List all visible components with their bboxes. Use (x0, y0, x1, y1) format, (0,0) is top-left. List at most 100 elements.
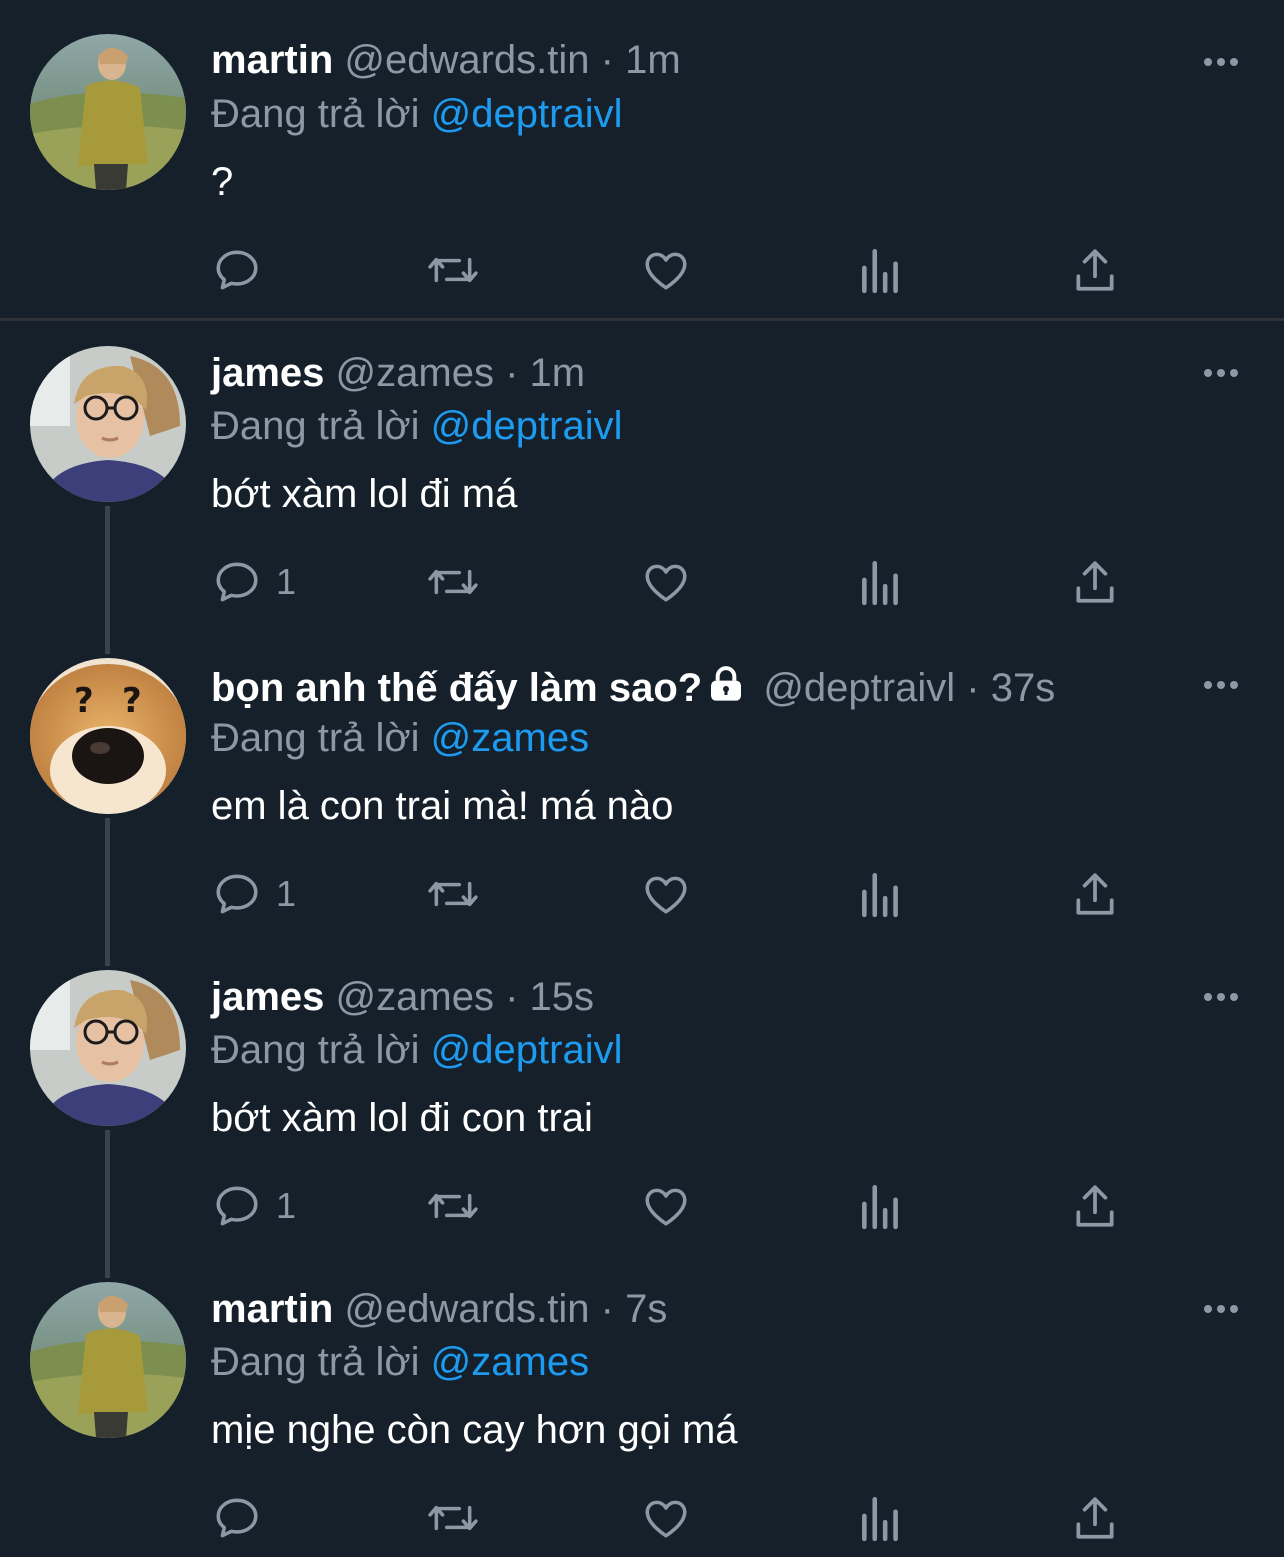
share-button[interactable] (1072, 864, 1118, 924)
reply-mention[interactable]: @zames (431, 1340, 589, 1384)
like-icon (645, 1500, 687, 1538)
like-icon (645, 876, 687, 914)
more-icon[interactable] (1196, 353, 1246, 393)
avatar-martin-photo (30, 1282, 186, 1438)
replying-prefix: Đang trả lời (211, 1028, 420, 1072)
tweet[interactable]: james @zames · 15s Đang trả lời @deptrai… (0, 945, 1284, 1257)
share-button[interactable] (1072, 552, 1118, 612)
username[interactable]: @deptraivl (763, 666, 955, 710)
replying-to: Đang trả lời @zames (211, 712, 589, 764)
reply-thread: martin @edwards.tin · 1m Đang trả lời @d… (0, 0, 1284, 1557)
separator-dot: · (600, 1287, 614, 1331)
tweet-header: james @zames · 1m (211, 347, 585, 399)
svg-text:?: ? (74, 681, 94, 721)
views-button[interactable] (858, 864, 904, 924)
display-name[interactable]: james (211, 975, 324, 1019)
avatar[interactable] (30, 346, 186, 502)
tweet-header: james @zames · 15s (211, 971, 594, 1023)
tweet-text: em là con trai mà! má nào (211, 784, 674, 828)
avatar[interactable] (30, 1282, 186, 1438)
tweet[interactable]: martin @edwards.tin · 1m Đang trả lời @d… (0, 0, 1284, 318)
tweet-text: mịe nghe còn cay hơn gọi má (211, 1408, 738, 1452)
like-button[interactable] (640, 1488, 692, 1548)
timestamp[interactable]: 1m (625, 38, 681, 82)
avatar-dog-question: ? ? (30, 658, 186, 814)
action-bar: 1 (0, 1176, 1284, 1236)
retweet-button[interactable] (425, 1488, 481, 1548)
reply-button[interactable] (212, 240, 276, 300)
more-icon[interactable] (1196, 665, 1246, 705)
views-button[interactable] (858, 1176, 904, 1236)
like-button[interactable] (640, 552, 692, 612)
reply-icon (216, 250, 258, 290)
action-bar (0, 240, 1284, 300)
share-button[interactable] (1072, 1488, 1118, 1548)
share-icon (1076, 249, 1114, 291)
separator-dot: · (966, 666, 980, 710)
retweet-button[interactable] (425, 240, 481, 300)
retweet-icon (428, 257, 478, 283)
tweet[interactable]: james @zames · 1m Đang trả lời @deptraiv… (0, 321, 1284, 633)
like-button[interactable] (640, 864, 692, 924)
username[interactable]: @edwards.tin (344, 38, 589, 82)
avatar[interactable] (30, 34, 186, 190)
reply-mention[interactable]: @deptraivl (431, 1028, 623, 1072)
replying-to: Đang trả lời @deptraivl (211, 1024, 622, 1076)
action-bar: 1 (0, 552, 1284, 612)
reply-button[interactable]: 1 (212, 1176, 296, 1236)
timestamp[interactable]: 1m (530, 351, 586, 395)
reply-button[interactable] (212, 1488, 276, 1548)
reply-button[interactable]: 1 (212, 552, 296, 612)
avatar[interactable] (30, 970, 186, 1126)
like-icon (645, 1188, 687, 1226)
share-button[interactable] (1072, 240, 1118, 300)
username[interactable]: @zames (336, 975, 494, 1019)
retweet-button[interactable] (425, 1176, 481, 1236)
more-icon[interactable] (1196, 977, 1246, 1017)
timestamp[interactable]: 7s (625, 1287, 667, 1331)
reply-icon (216, 1498, 258, 1538)
more-icon[interactable] (1196, 1289, 1246, 1329)
timestamp[interactable]: 37s (991, 666, 1056, 710)
avatar[interactable]: ? ? (30, 658, 186, 814)
reply-button[interactable]: 1 (212, 864, 296, 924)
timestamp[interactable]: 15s (530, 975, 595, 1019)
tweet[interactable]: ? ? bọn anh thế đấy làm sao? @deptraivl … (0, 633, 1284, 945)
reply-mention[interactable]: @deptraivl (431, 404, 623, 448)
action-bar (0, 1488, 1284, 1548)
share-button[interactable] (1072, 1176, 1118, 1236)
tweet-text: ? (211, 160, 234, 204)
avatar-james-photo (30, 346, 186, 502)
reply-mention[interactable]: @zames (431, 716, 589, 760)
views-button[interactable] (858, 1488, 904, 1548)
retweet-icon (428, 1505, 478, 1531)
display-name[interactable]: james (211, 351, 324, 395)
share-icon (1076, 873, 1114, 915)
display-name[interactable]: bọn anh thế đấy làm sao? (211, 666, 702, 710)
tweet-header: bọn anh thế đấy làm sao? @deptraivl · 37… (211, 662, 1055, 714)
display-name[interactable]: martin (211, 38, 333, 82)
display-name[interactable]: martin (211, 1287, 333, 1331)
lock-icon (711, 666, 742, 701)
separator-dot: · (505, 975, 519, 1019)
retweet-icon (428, 1193, 478, 1219)
like-button[interactable] (640, 240, 692, 300)
more-icon[interactable] (1196, 42, 1246, 82)
username[interactable]: @zames (336, 351, 494, 395)
reply-mention[interactable]: @deptraivl (431, 92, 623, 136)
views-button[interactable] (858, 552, 904, 612)
replying-prefix: Đang trả lời (211, 404, 420, 448)
views-button[interactable] (858, 240, 904, 300)
tweet[interactable]: martin @edwards.tin · 7s Đang trả lời @z… (0, 1257, 1284, 1557)
like-button[interactable] (640, 1176, 692, 1236)
username[interactable]: @edwards.tin (344, 1287, 589, 1331)
separator-dot: · (600, 38, 614, 82)
like-icon (645, 252, 687, 290)
share-icon (1076, 1185, 1114, 1227)
retweet-button[interactable] (425, 864, 481, 924)
reply-icon (216, 562, 258, 602)
separator-dot: · (505, 351, 519, 395)
replying-to: Đang trả lời @deptraivl (211, 400, 622, 452)
action-bar: 1 (0, 864, 1284, 924)
retweet-button[interactable] (425, 552, 481, 612)
